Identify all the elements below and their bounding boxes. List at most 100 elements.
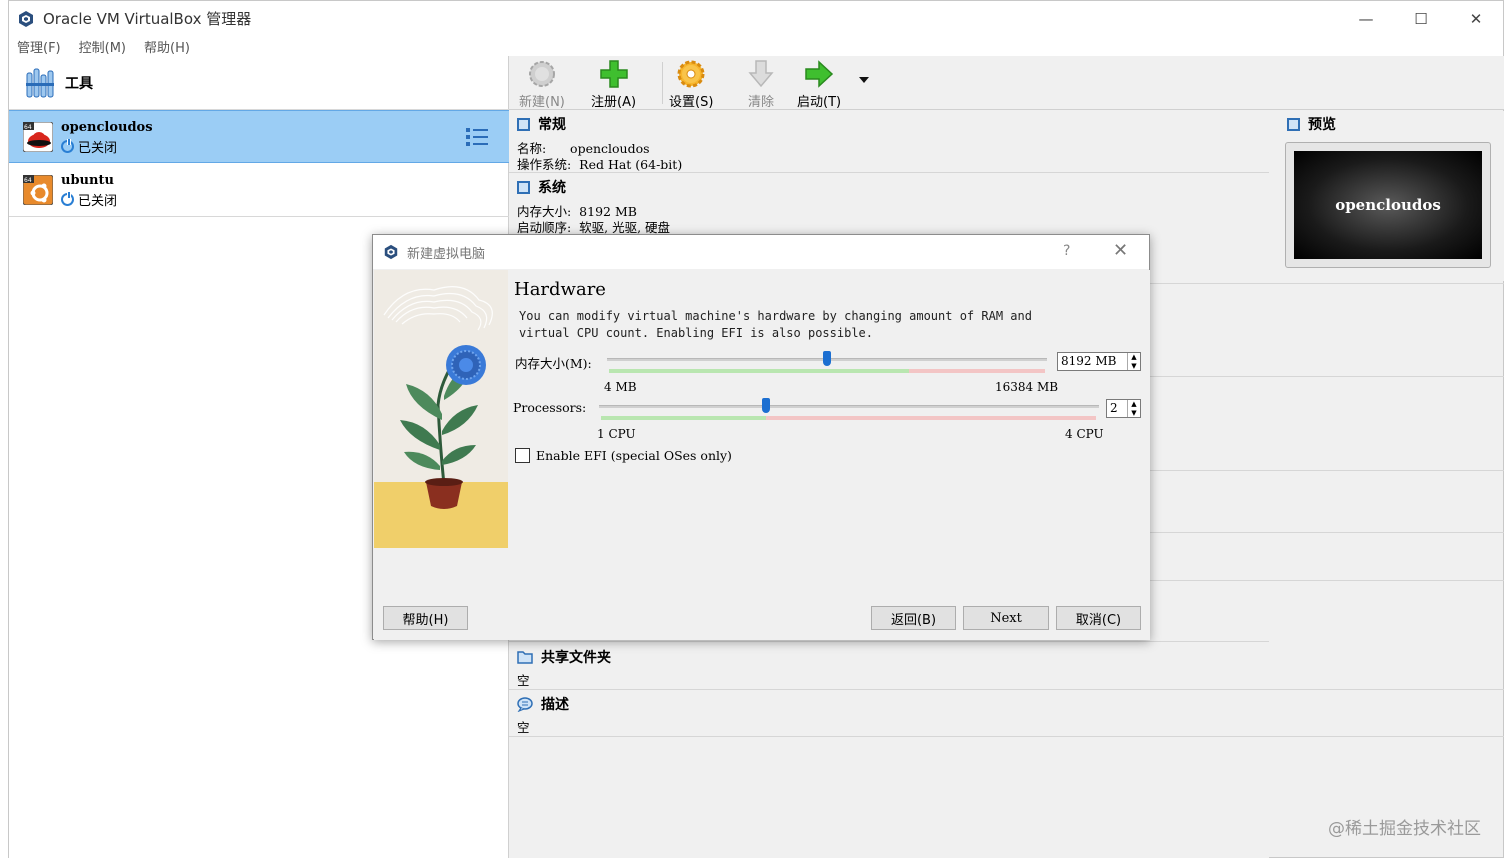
folder-icon: [517, 651, 533, 664]
section-divider: [1150, 532, 1504, 533]
system-section-header[interactable]: 系统: [517, 177, 566, 197]
vm-state: 已关闭: [61, 137, 117, 156]
processors-spinbox[interactable]: 2 ▲ ▼: [1106, 399, 1141, 418]
wizard-heading: Hardware: [514, 279, 606, 300]
new-vm-dialog: 新建虚拟电脑 ? ✕ Hardware You can modify virtu…: [372, 234, 1150, 640]
window-title: Oracle VM VirtualBox 管理器: [43, 10, 252, 28]
vm-name: ubuntu: [61, 173, 114, 188]
start-button[interactable]: 启动(T): [797, 58, 841, 110]
efi-label[interactable]: Enable EFI (special OSes only): [536, 448, 732, 463]
description-section-header[interactable]: 描述: [517, 694, 569, 714]
general-section-header[interactable]: 常规: [517, 114, 566, 134]
virtualbox-logo-icon: [19, 10, 33, 27]
wizard-description-line-2: virtual CPU count. Enabling EFI is also …: [519, 326, 874, 340]
minimize-button[interactable]: —: [1339, 1, 1393, 36]
new-label: 新建(N): [519, 95, 565, 110]
general-os: 操作系统: Red Hat (64-bit): [517, 157, 683, 172]
processors-warning-band: [766, 416, 1096, 420]
settings-label: 设置(S): [669, 95, 714, 110]
title-bar: Oracle VM VirtualBox 管理器 — ☐ ✕: [9, 1, 1503, 36]
memory-slider-thumb[interactable]: [823, 351, 831, 366]
processors-slider-thumb[interactable]: [762, 398, 770, 413]
start-dropdown-icon[interactable]: [858, 76, 870, 84]
vm-state: 已关闭: [61, 190, 117, 209]
dialog-title-bar: 新建虚拟电脑 ? ✕: [373, 235, 1149, 269]
back-button[interactable]: 返回(B): [871, 606, 956, 630]
wizard-illustration: [374, 270, 508, 548]
menu-help[interactable]: 帮助(H): [144, 37, 190, 56]
shared-folders-section-header[interactable]: 共享文件夹: [517, 647, 611, 667]
vm-state-text: 已关闭: [78, 194, 118, 209]
new-button[interactable]: 新建(N): [519, 58, 565, 110]
description-value: 空: [517, 720, 530, 735]
section-divider: [1150, 376, 1504, 377]
memory-max-label: 16384 MB: [995, 380, 1059, 394]
processors-recommended-band: [601, 416, 766, 420]
svg-text:64: 64: [24, 124, 32, 131]
discard-button[interactable]: 清除: [745, 58, 777, 110]
shared-folders-value: 空: [517, 673, 530, 688]
wizard-description-line-1: You can modify virtual machine's hardwar…: [519, 309, 1032, 323]
preview-screen: opencloudos: [1294, 151, 1482, 259]
dialog-close-button[interactable]: ✕: [1113, 240, 1128, 261]
main-toolbar: 新建(N) 注册(A) 设置(S) 清除 启动(T): [509, 56, 1504, 110]
watermark: @稀土掘金技术社区: [1328, 819, 1481, 839]
processors-spin-arrows[interactable]: ▲ ▼: [1127, 400, 1140, 417]
section-divider: [1150, 283, 1504, 284]
dialog-footer: 帮助(H) 返回(B) Next 取消(C): [374, 596, 1150, 640]
dialog-help-button[interactable]: ?: [1063, 243, 1070, 259]
preview-section-header[interactable]: 预览: [1287, 114, 1336, 134]
power-off-icon: [61, 139, 74, 153]
description-speech-icon: [517, 696, 533, 712]
processors-slider-track[interactable]: [599, 405, 1099, 408]
discard-label: 清除: [747, 95, 774, 110]
close-button[interactable]: ✕: [1449, 1, 1503, 36]
virtualbox-logo-icon: [384, 244, 398, 260]
description-title: 描述: [541, 697, 569, 713]
settings-gear-icon: [677, 60, 705, 88]
section-divider: [509, 736, 1504, 737]
help-button[interactable]: 帮助(H): [383, 606, 468, 630]
efi-checkbox[interactable]: [515, 448, 530, 463]
tools-icon: [26, 68, 54, 97]
memory-spin-arrows[interactable]: ▲ ▼: [1127, 353, 1140, 370]
cancel-button[interactable]: 取消(C): [1056, 606, 1141, 630]
svg-text:64: 64: [24, 177, 32, 184]
section-divider: [509, 172, 1269, 173]
general-section-title: 常规: [538, 117, 566, 133]
register-button[interactable]: 注册(A): [591, 58, 636, 110]
memory-warning-band: [909, 369, 1045, 373]
power-off-icon: [61, 192, 74, 206]
preview-section-icon: [1287, 117, 1300, 131]
next-button[interactable]: Next: [963, 606, 1049, 630]
maximize-button[interactable]: ☐: [1394, 1, 1448, 36]
tools-item[interactable]: 工具: [9, 56, 509, 110]
toolbar-separator: [662, 62, 663, 104]
vm-menu-icon[interactable]: [465, 125, 489, 149]
section-divider: [1150, 470, 1504, 471]
menu-control[interactable]: 控制(M): [79, 37, 126, 56]
preview-title: 预览: [1308, 117, 1336, 133]
shared-folders-title: 共享文件夹: [541, 650, 611, 666]
redhat-os-icon: 64: [23, 122, 53, 152]
memory-label: 内存大小(M):: [515, 356, 592, 371]
vm-item-opencloudos[interactable]: 64 opencloudos 已关闭: [9, 110, 509, 163]
vm-item-ubuntu[interactable]: 64 ubuntu 已关闭: [9, 164, 509, 217]
processors-value: 2: [1110, 401, 1118, 415]
settings-button[interactable]: 设置(S): [669, 58, 713, 110]
wizard-page-hardware: Hardware You can modify virtual machine'…: [509, 270, 1150, 596]
menu-bar: 管理(F) 控制(M) 帮助(H): [9, 36, 1503, 56]
start-arrow-right-icon: [805, 60, 834, 88]
dialog-title: 新建虚拟电脑: [407, 246, 486, 262]
memory-value: 8192 MB: [1061, 354, 1117, 368]
processors-label: Processors:: [513, 400, 587, 415]
section-divider: [509, 689, 1504, 690]
menu-manage[interactable]: 管理(F): [17, 37, 61, 56]
preview-panel: 预览 opencloudos: [1279, 111, 1504, 281]
memory-recommended-band: [609, 369, 909, 373]
discard-arrow-down-icon: [748, 60, 774, 88]
register-label: 注册(A): [591, 95, 637, 110]
processors-max-label: 4 CPU: [1065, 427, 1104, 441]
new-gear-icon: [528, 61, 555, 87]
memory-spinbox[interactable]: 8192 MB ▲ ▼: [1057, 352, 1141, 371]
